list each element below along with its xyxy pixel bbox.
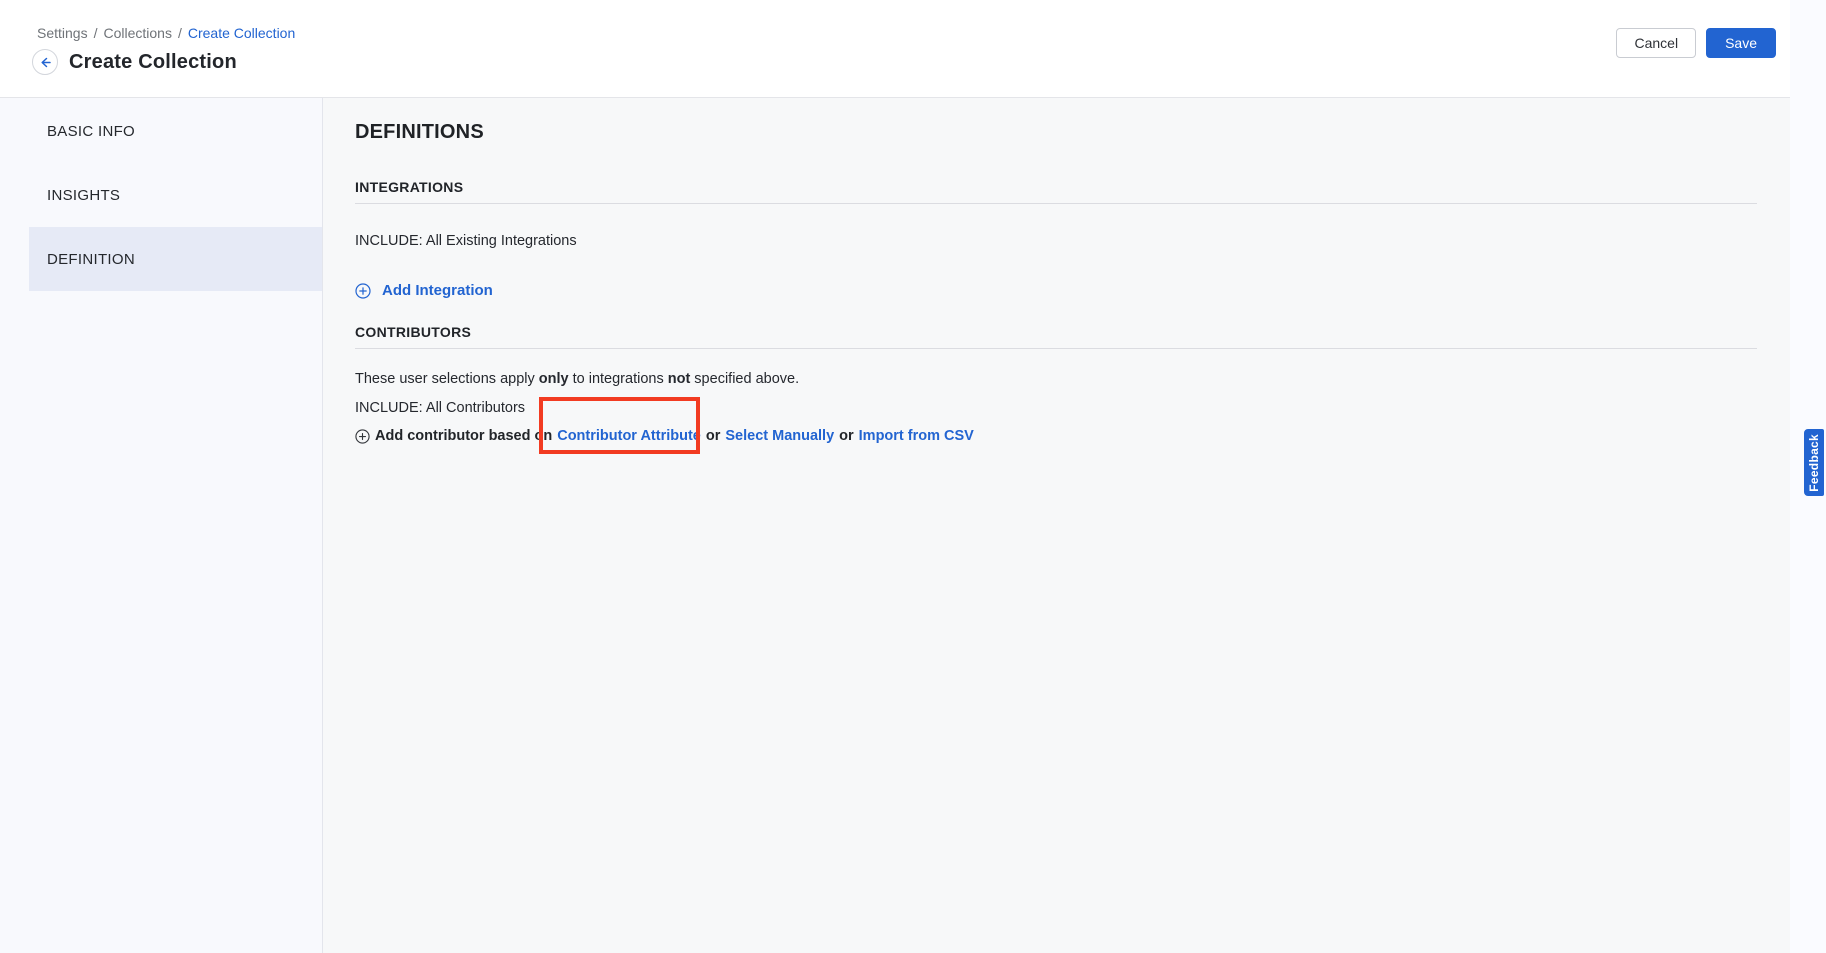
breadcrumb: Settings / Collections / Create Collection — [37, 25, 295, 41]
note-text: specified above. — [690, 371, 799, 387]
sidebar-item-insights[interactable]: INSIGHTS — [0, 163, 322, 227]
back-button[interactable] — [32, 49, 58, 75]
note-bold-not: not — [668, 371, 691, 387]
breadcrumb-settings[interactable]: Settings — [37, 25, 88, 41]
main-content: DEFINITIONS INTEGRATIONS INCLUDE: All Ex… — [323, 98, 1790, 953]
or-text: or — [706, 428, 721, 444]
import-from-csv-link[interactable]: Import from CSV — [859, 428, 974, 444]
integrations-section-header: INTEGRATIONS — [355, 179, 1757, 204]
back-arrow-icon — [39, 56, 52, 69]
sidebar-item-basic-info[interactable]: BASIC INFO — [0, 99, 322, 163]
contributors-include-line: INCLUDE: All Contributors — [355, 400, 1757, 416]
breadcrumb-collections[interactable]: Collections — [103, 25, 171, 41]
breadcrumb-separator: / — [94, 25, 98, 41]
title-row: Create Collection — [32, 49, 295, 75]
breadcrumb-create-collection[interactable]: Create Collection — [188, 25, 295, 41]
page-title: Create Collection — [69, 51, 237, 74]
plus-circle-icon — [355, 283, 371, 299]
sidebar: BASIC INFO INSIGHTS DEFINITION — [0, 98, 323, 953]
save-button[interactable]: Save — [1706, 28, 1776, 58]
contributor-attribute-link[interactable]: Contributor Attribute — [557, 428, 701, 444]
add-contributor-row: Add contributor based on Contributor Att… — [355, 428, 1757, 444]
or-text: or — [839, 428, 854, 444]
app-card: Settings / Collections / Create Collection C… — [0, 0, 1790, 953]
note-bold-only: only — [539, 371, 569, 387]
page-root: Settings / Collections / Create Collection C… — [0, 0, 1826, 953]
definitions-title: DEFINITIONS — [355, 121, 1757, 144]
contributors-section-header: CONTRIBUTORS — [355, 324, 1757, 349]
feedback-tab[interactable]: Feedback — [1804, 429, 1824, 496]
select-manually-link[interactable]: Select Manually — [725, 428, 834, 444]
page-header: Settings / Collections / Create Collection C… — [0, 0, 1790, 98]
add-integration-button[interactable]: Add Integration — [355, 282, 493, 299]
cancel-button[interactable]: Cancel — [1616, 28, 1696, 58]
feedback-tab-label: Feedback — [1807, 434, 1821, 492]
add-contributor-prefix: Add contributor based on — [375, 428, 552, 444]
integrations-include-line: INCLUDE: All Existing Integrations — [355, 233, 1757, 249]
page-body: BASIC INFO INSIGHTS DEFINITION DEFINITIO… — [0, 98, 1790, 953]
sidebar-item-definition[interactable]: DEFINITION — [29, 227, 322, 291]
breadcrumb-separator: / — [178, 25, 182, 41]
note-text: to integrations — [569, 371, 668, 387]
plus-circle-icon — [355, 429, 370, 444]
note-text: These user selections apply — [355, 371, 539, 387]
header-actions: Cancel Save — [1616, 0, 1790, 97]
add-integration-label: Add Integration — [382, 282, 493, 299]
header-left: Settings / Collections / Create Collection C… — [0, 0, 295, 97]
contributors-note: These user selections apply only to inte… — [355, 371, 1757, 387]
